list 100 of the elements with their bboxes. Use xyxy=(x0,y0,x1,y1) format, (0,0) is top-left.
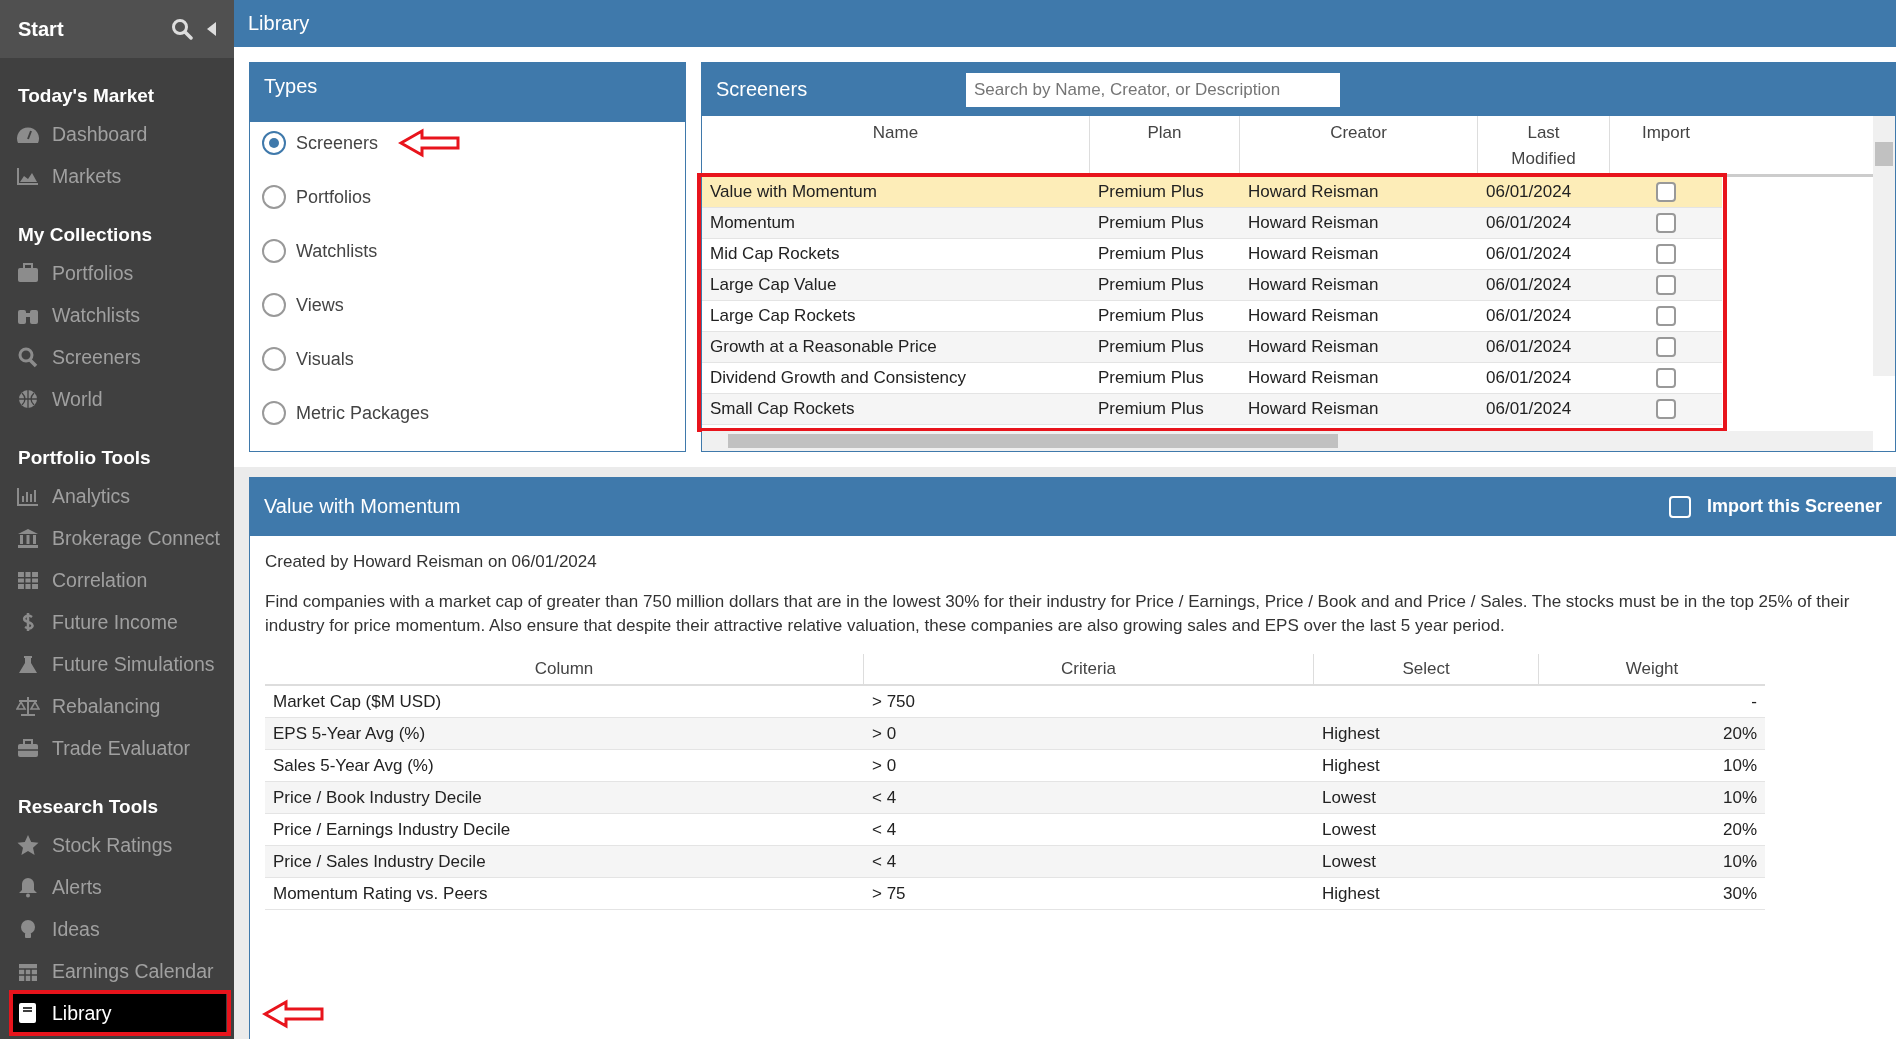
radio-label[interactable]: Watchlists xyxy=(296,240,378,262)
nav-item[interactable]: Rebalancing xyxy=(10,685,226,727)
table-row[interactable]: Growth at a Reasonable Price Premium Plus Howard Reisman 06/01/2024 xyxy=(702,332,1722,363)
radio-button[interactable] xyxy=(262,131,286,155)
search-icon[interactable] xyxy=(171,18,193,40)
annotation-arrow xyxy=(262,999,326,1029)
radio-button[interactable] xyxy=(262,347,286,371)
table-cell-text: Value with Momentum xyxy=(709,182,878,202)
checkbox-label[interactable]: Import this Screener xyxy=(1706,496,1882,517)
table-cell-text: < 4 xyxy=(871,787,898,808)
panel-title: Value with Momentum xyxy=(264,495,461,518)
radio-button[interactable] xyxy=(262,239,286,263)
table-cell-text: 06/01/2024 xyxy=(1485,399,1573,419)
nav-item[interactable]: Portfolios xyxy=(10,252,226,294)
radio-label[interactable]: Metric Packages xyxy=(296,402,430,424)
table-cell-text: > 0 xyxy=(871,755,898,776)
globe-icon xyxy=(16,388,40,410)
scale-icon xyxy=(16,695,40,717)
checkbox[interactable] xyxy=(1656,244,1676,264)
radio-label[interactable]: Screeners xyxy=(296,132,379,154)
table-cell-text: Large Cap Value xyxy=(709,275,838,295)
grid-icon xyxy=(16,569,40,591)
table-cell-text: Premium Plus xyxy=(1097,368,1205,388)
checkbox[interactable] xyxy=(1656,368,1676,388)
column-header[interactable]: Import xyxy=(1610,116,1722,174)
section-heading: Today's Market xyxy=(17,84,156,108)
table-cell: Lowest xyxy=(1322,787,1376,807)
collapse-icon[interactable] xyxy=(207,22,216,36)
checkbox[interactable] xyxy=(1656,337,1676,357)
section-heading: Portfolio Tools xyxy=(17,446,152,470)
radio-button[interactable] xyxy=(262,185,286,209)
column-header[interactable]: Name xyxy=(702,116,1090,174)
table-cell-text: Premium Plus xyxy=(1097,337,1205,357)
table-cell-text: Howard Reisman xyxy=(1247,182,1380,202)
bars-icon xyxy=(16,485,40,507)
nav-item[interactable]: Brokerage Connect xyxy=(10,517,226,559)
table-cell-text: - xyxy=(1750,691,1758,712)
search-field[interactable]: Search by Name, Creator, or Description xyxy=(966,72,1340,107)
nav-item[interactable]: Dashboard xyxy=(10,113,226,155)
nav-item[interactable]: World xyxy=(10,378,226,420)
nav-item[interactable]: Future Simulations xyxy=(10,643,226,685)
nav-item[interactable]: Stock Ratings xyxy=(10,824,226,866)
table-cell-text: 06/01/2024 xyxy=(1485,306,1573,326)
table-cell-text: Premium Plus xyxy=(1097,275,1205,295)
nav-item[interactable]: Screeners xyxy=(10,336,226,378)
radio-button[interactable] xyxy=(262,293,286,317)
nav-item[interactable]: Future Income xyxy=(10,601,226,643)
table-cell: Lowest xyxy=(1322,819,1376,839)
checkbox[interactable] xyxy=(1656,213,1676,233)
nav-item[interactable]: Earnings Calendar xyxy=(10,950,226,992)
column-header[interactable]: Creator xyxy=(1240,116,1478,174)
table-cell-text: 06/01/2024 xyxy=(1485,244,1573,264)
table-cell-text: 10% xyxy=(1721,787,1758,808)
table-cell-text: Sales 5-Year Avg (%) xyxy=(272,755,435,776)
table-cell-text: 06/01/2024 xyxy=(1485,368,1573,388)
case-icon xyxy=(16,262,40,284)
table-cell-text: Small Cap Rockets xyxy=(709,399,856,419)
nav-item[interactable]: Watchlists xyxy=(10,294,226,336)
table-cell-text: Premium Plus xyxy=(1097,399,1205,419)
table-row[interactable]: Value with Momentum Premium Plus Howard Reisman 06/01/2024 xyxy=(702,177,1722,208)
table-cell-text: Momentum Rating vs. Peers xyxy=(272,883,489,904)
radio-button[interactable] xyxy=(262,401,286,425)
table-cell-text: Price / Sales Industry Decile xyxy=(272,851,487,872)
nav-item[interactable]: Analytics xyxy=(10,475,226,517)
nav-item[interactable]: Alerts xyxy=(10,866,226,908)
table-cell: Highest xyxy=(1322,883,1380,903)
table-cell-text: Howard Reisman xyxy=(1247,368,1380,388)
checkbox[interactable] xyxy=(1656,399,1676,419)
radio-label[interactable]: Visuals xyxy=(296,348,354,370)
table-cell-text: Howard Reisman xyxy=(1247,306,1380,326)
table-cell-text: Market Cap ($M USD) xyxy=(272,691,443,712)
table-cell-text: Large Cap Rockets xyxy=(709,306,857,326)
nav-item[interactable]: Markets xyxy=(10,155,226,197)
horizontal-scrollbar[interactable] xyxy=(702,431,1873,451)
table-cell-text: Howard Reisman xyxy=(1247,399,1380,419)
start-label[interactable]: Start xyxy=(18,17,157,41)
table-cell-text: 06/01/2024 xyxy=(1485,182,1573,202)
table-cell-text: Howard Reisman xyxy=(1247,275,1380,295)
table-row[interactable]: Momentum Premium Plus Howard Reisman 06/01/2024 xyxy=(702,208,1722,239)
table-cell-text: 06/01/2024 xyxy=(1485,213,1573,233)
panel-title: Screeners xyxy=(716,78,809,101)
nav-item[interactable]: Trade Evaluator xyxy=(10,727,226,769)
nav-item[interactable]: Ideas xyxy=(10,908,226,950)
table-cell-text: 30% xyxy=(1721,883,1758,904)
vertical-scrollbar[interactable] xyxy=(1873,116,1895,376)
table-row[interactable]: Small Cap Rockets Premium Plus Howard Reisman 06/01/2024 xyxy=(702,394,1722,425)
checkbox[interactable] xyxy=(1656,275,1676,295)
nav-item[interactable]: Correlation xyxy=(10,559,226,601)
table-row[interactable]: Large Cap Value Premium Plus Howard Reisman 06/01/2024 xyxy=(702,270,1722,301)
radio-label[interactable]: Views xyxy=(296,294,344,316)
column-header[interactable]: Last Modified xyxy=(1478,116,1610,174)
checkbox[interactable] xyxy=(1656,306,1676,326)
column-header[interactable]: Plan xyxy=(1090,116,1240,174)
checkbox[interactable] xyxy=(1656,182,1676,202)
table-cell-text: Howard Reisman xyxy=(1247,244,1380,264)
description-text: Find companies with a market cap of greater than 750 million dollars that are in the lowest 30% for their industry for Price / Earnings, Price / Book and and Price / Sales. The stocks must be in the top 25% of their industry for price momentum. Also ensure that despite their attractive relative valuation, these companies are also growing sales and EPS over the last 5 year period. xyxy=(265,591,1851,637)
radio-label[interactable]: Portfolios xyxy=(296,186,372,208)
bank-icon xyxy=(16,527,40,549)
table-cell-text: Dividend Growth and Consistency xyxy=(709,368,968,388)
area-icon xyxy=(16,165,40,187)
